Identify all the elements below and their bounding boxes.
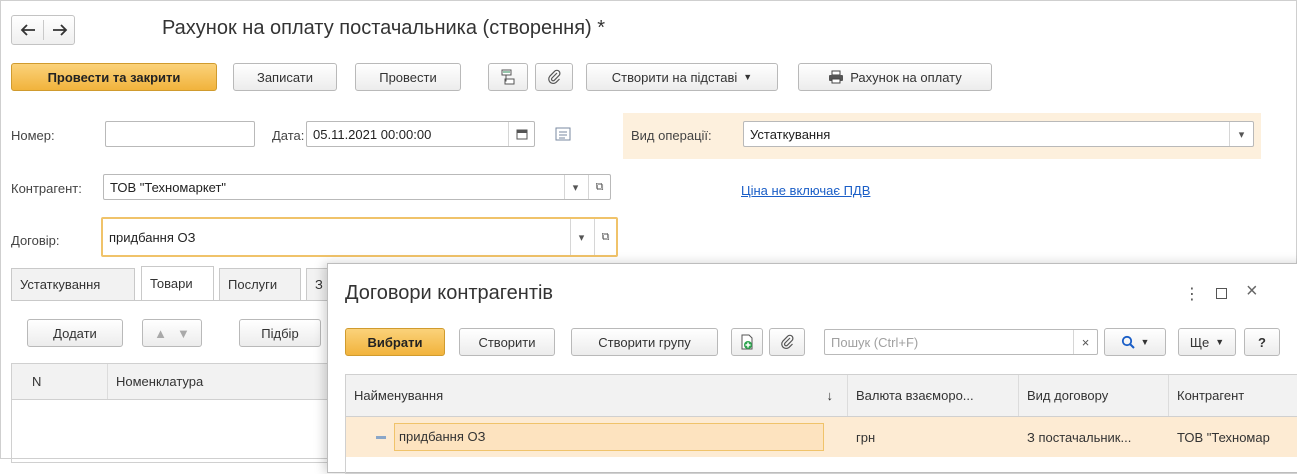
column-counterparty[interactable]: Контрагент: [1169, 375, 1297, 416]
column-name-label: Найменування: [354, 388, 444, 403]
contracts-table-header: Найменування ↓ Валюта взаєморо... Вид до…: [346, 375, 1297, 417]
chevron-down-icon[interactable]: ▾: [564, 175, 586, 199]
print-invoice-button[interactable]: Рахунок на оплату: [798, 63, 992, 91]
arrow-up-icon[interactable]: ▲: [154, 326, 167, 341]
maximize-icon[interactable]: [1216, 288, 1227, 299]
create-based-on-button[interactable]: Створити на підставі ▼: [586, 63, 778, 91]
chevron-down-icon: ▼: [1215, 337, 1225, 347]
column-nomenclature[interactable]: Номенклатура: [108, 364, 348, 399]
post-and-close-button[interactable]: Провести та закрити: [11, 63, 217, 91]
counterparty-value: ТОВ "Техномаркет": [110, 179, 227, 195]
number-field[interactable]: [105, 121, 255, 147]
dialog-title: Договори контрагентів: [345, 282, 554, 304]
attach-button[interactable]: [769, 328, 805, 356]
operation-type-select[interactable]: Устаткування ▾: [743, 121, 1254, 147]
create-group-button[interactable]: Створити групу: [571, 328, 718, 356]
contracts-table: Найменування ↓ Валюта взаєморо... Вид до…: [345, 374, 1297, 474]
item-marker-icon: [376, 435, 386, 439]
create-button[interactable]: Створити: [459, 328, 555, 356]
column-name[interactable]: Найменування ↓: [346, 375, 848, 416]
more-label: Ще: [1189, 334, 1210, 350]
create-based-on-label: Створити на підставі: [611, 69, 738, 85]
table-row[interactable]: придбання ОЗ грн З постачальник... ТОВ "…: [346, 417, 1297, 457]
arrow-right-icon[interactable]: [45, 16, 75, 44]
column-contract-type[interactable]: Вид договору: [1019, 375, 1169, 416]
attach-button[interactable]: [535, 63, 573, 91]
help-button[interactable]: ?: [1244, 328, 1280, 356]
post-button[interactable]: Провести: [355, 63, 461, 91]
row-name-value: придбання ОЗ: [394, 423, 824, 451]
save-button[interactable]: Записати: [233, 63, 337, 91]
tab-services[interactable]: Послуги: [219, 268, 301, 300]
search-placeholder: Пошук (Ctrl+F): [831, 334, 919, 350]
contracts-dialog: Договори контрагентів ⋮ × Вибрати Створи…: [327, 263, 1297, 474]
arrow-left-icon[interactable]: [13, 16, 43, 44]
counterparty-field[interactable]: ТОВ "Техномаркет" ▾ ⧉: [103, 174, 611, 200]
calendar-icon[interactable]: [508, 122, 534, 146]
arrow-down-icon[interactable]: ▼: [177, 326, 190, 341]
contract-label: Договір:: [11, 233, 60, 248]
items-table-header: N Номенклатура: [12, 364, 340, 400]
document-window: Рахунок на оплату постачальника (створен…: [0, 0, 1297, 474]
add-document-icon: [741, 334, 753, 350]
close-icon[interactable]: ×: [1246, 280, 1258, 303]
nav-divider: [43, 20, 44, 40]
operation-type-label: Вид операції:: [631, 128, 712, 143]
list-icon[interactable]: [555, 127, 571, 141]
row-type-cell: З постачальник...: [1027, 429, 1132, 445]
vat-link[interactable]: Ціна не включає ПДВ: [741, 183, 870, 198]
paperclip-icon: [548, 69, 561, 85]
paperclip-icon: [781, 334, 794, 350]
open-icon[interactable]: ⧉: [594, 219, 616, 255]
structure-button[interactable]: [488, 63, 528, 91]
print-invoice-label: Рахунок на оплату: [850, 69, 962, 85]
clear-search-icon[interactable]: ×: [1073, 330, 1097, 354]
row-counterparty-cell: ТОВ "Техномар: [1177, 429, 1270, 445]
date-value: 05.11.2021 00:00:00: [313, 126, 432, 142]
row-currency-cell: грн: [856, 429, 876, 445]
nav-buttons: [11, 15, 75, 45]
row-name-cell: придбання ОЗ: [346, 417, 848, 457]
chevron-down-icon[interactable]: ▾: [570, 219, 592, 255]
structure-icon: [501, 69, 515, 85]
column-number[interactable]: N: [12, 364, 108, 399]
chevron-down-icon: ▼: [743, 72, 753, 82]
counterparty-label: Контрагент:: [11, 181, 82, 196]
printer-icon: [829, 70, 844, 84]
search-icon: [1121, 335, 1135, 349]
tab-equipment[interactable]: Устаткування: [11, 268, 135, 300]
date-field[interactable]: 05.11.2021 00:00:00: [306, 121, 535, 147]
selection-button[interactable]: Підбір: [239, 319, 321, 347]
sort-arrow-icon: ↓: [826, 388, 834, 403]
search-button[interactable]: ▼: [1104, 328, 1166, 356]
column-currency[interactable]: Валюта взаєморо...: [848, 375, 1019, 416]
operation-type-value: Устаткування: [750, 126, 831, 142]
items-table: N Номенклатура: [11, 363, 341, 463]
tab-bar-line: [11, 300, 331, 301]
more-button[interactable]: Ще ▼: [1178, 328, 1236, 356]
add-row-button[interactable]: Додати: [27, 319, 123, 347]
tab-goods[interactable]: Товари: [141, 266, 214, 300]
date-label: Дата:: [272, 128, 305, 143]
page-title: Рахунок на оплату постачальника (створен…: [162, 17, 606, 39]
move-buttons: ▲ ▼: [142, 319, 202, 347]
chevron-down-icon: ▼: [1140, 337, 1150, 347]
chevron-down-icon[interactable]: ▾: [1229, 122, 1253, 146]
contract-field[interactable]: придбання ОЗ ▾ ⧉: [101, 217, 618, 257]
search-input[interactable]: Пошук (Ctrl+F) ×: [824, 329, 1098, 355]
open-icon[interactable]: ⧉: [588, 175, 610, 199]
add-copy-button[interactable]: [731, 328, 763, 356]
contract-value: придбання ОЗ: [109, 229, 196, 245]
number-label: Номер:: [11, 128, 55, 143]
more-actions-icon[interactable]: ⋮: [1184, 284, 1200, 304]
select-button[interactable]: Вибрати: [345, 328, 445, 356]
